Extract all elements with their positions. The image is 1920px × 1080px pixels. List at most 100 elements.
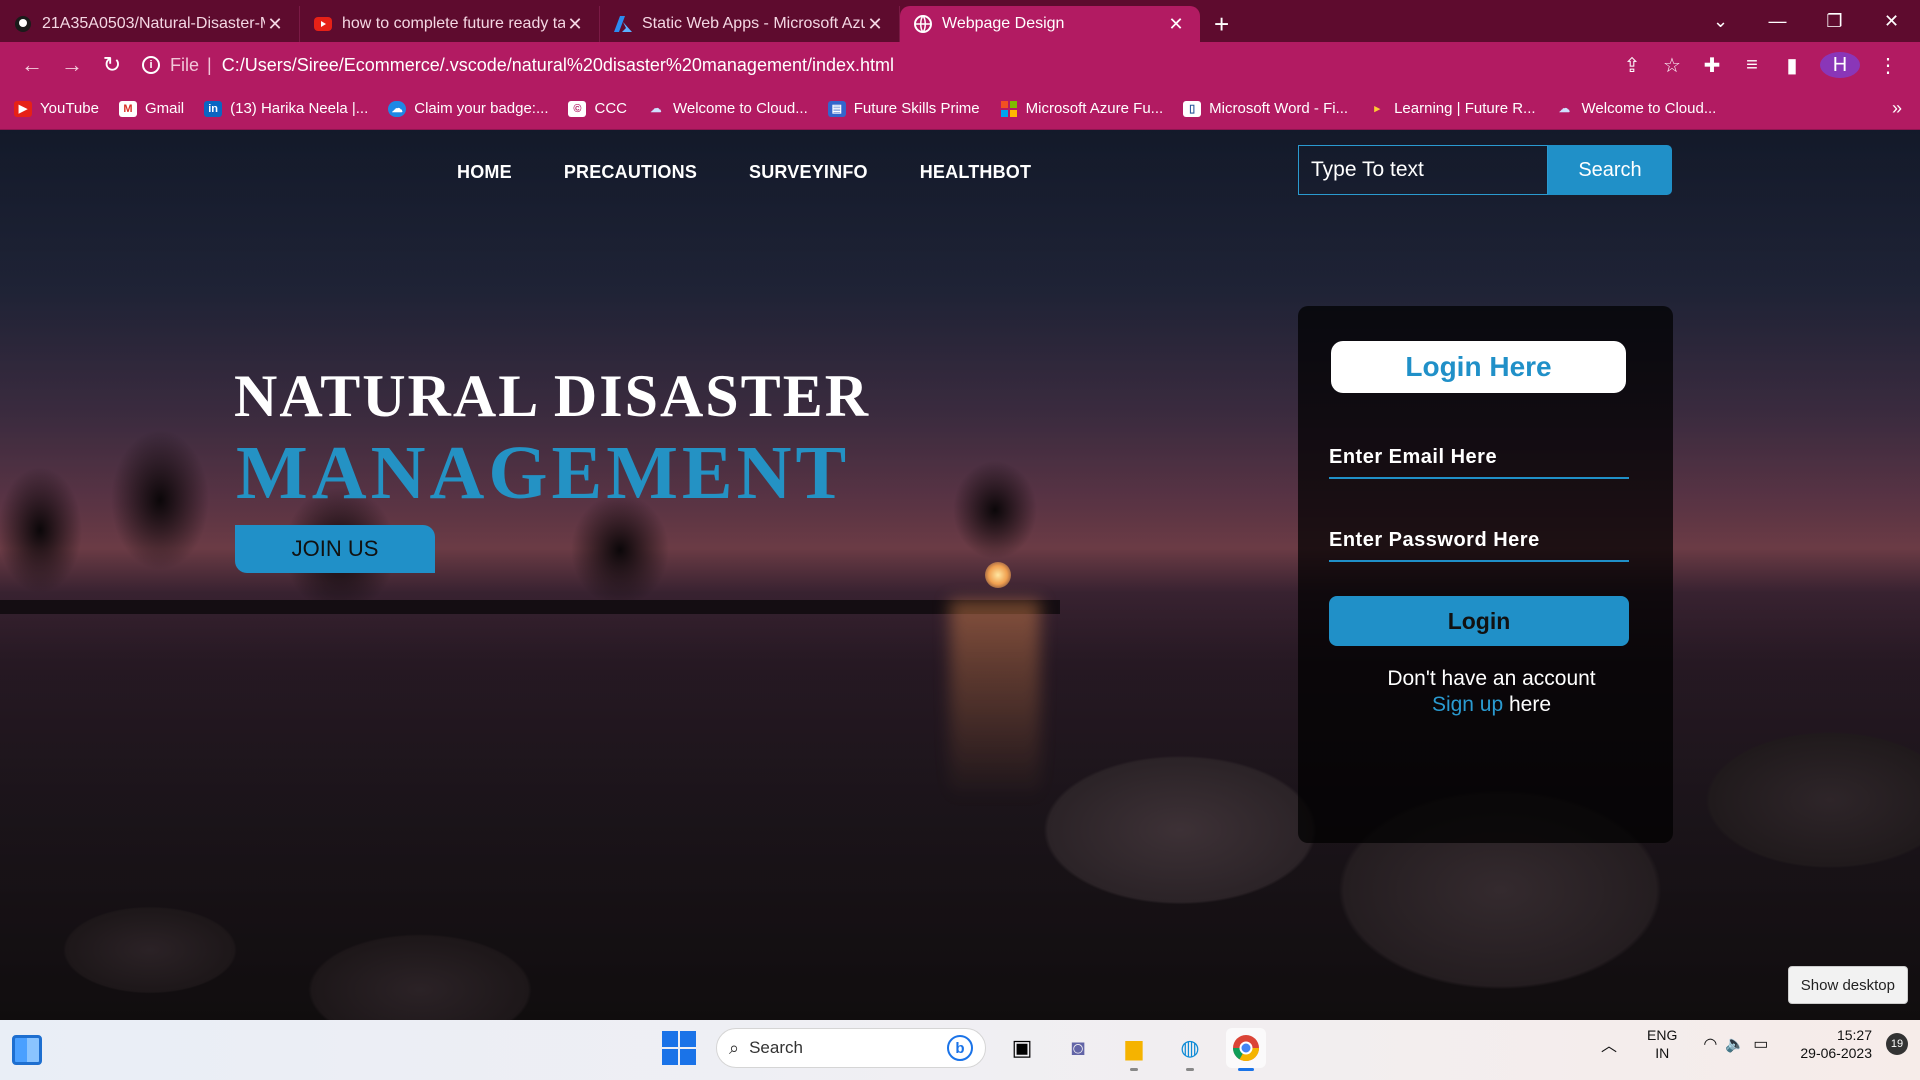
info-icon[interactable]: i — [142, 56, 160, 74]
new-tab-button[interactable]: + — [1214, 6, 1229, 42]
close-icon[interactable]: ✕ — [565, 14, 585, 35]
chevron-right-icon[interactable]: » — [1892, 98, 1902, 119]
tab-search-icon[interactable]: ⌄ — [1692, 0, 1749, 42]
region-code: IN — [1655, 1045, 1670, 1061]
bookmark-label: Learning | Future R... — [1394, 100, 1536, 117]
url-field[interactable]: i File | C:/Users/Siree/Ecommerce/.vscod… — [142, 48, 1602, 82]
nav-healthbot[interactable]: HEALTHBOT — [920, 162, 1031, 183]
url-separator: | — [207, 54, 212, 75]
tab-title: 21A35A0503/Natural-Disaster-M — [42, 15, 265, 32]
login-heading: Login Here — [1331, 341, 1626, 393]
windows-start-icon[interactable] — [662, 1031, 696, 1065]
bookmark-label: Welcome to Cloud... — [1581, 100, 1717, 117]
window-controls: ⌄ — ❐ ✕ — [1692, 0, 1920, 42]
futureskills-icon: ▤ — [827, 100, 846, 117]
edge-icon[interactable]: ◍ — [1170, 1028, 1210, 1071]
close-icon[interactable]: ✕ — [265, 14, 285, 35]
running-indicator — [1130, 1068, 1138, 1071]
task-view-icon[interactable]: ▣ — [1002, 1028, 1042, 1068]
bookmark-label: Future Skills Prime — [853, 100, 980, 117]
menu-icon[interactable]: ⋮ — [1868, 53, 1908, 78]
bookmark-word[interactable]: ▯ Microsoft Word - Fi... — [1183, 100, 1348, 117]
cloud-outline-icon: ☁ — [1559, 103, 1571, 115]
password-field[interactable]: Enter Password Here — [1329, 520, 1629, 562]
nav-precautions[interactable]: PRECAUTIONS — [564, 162, 697, 183]
bing-icon[interactable]: b — [947, 1035, 973, 1061]
tab-azure[interactable]: Static Web Apps - Microsoft Azur ✕ — [600, 6, 900, 42]
language-indicator[interactable]: ENG IN — [1647, 1026, 1677, 1062]
taskbar-apps: ⌕ Search b ▣ ◙ ▆ ◍ — [662, 1028, 1266, 1071]
close-window-icon[interactable]: ✕ — [1863, 0, 1920, 42]
close-icon[interactable]: ✕ — [1166, 14, 1186, 35]
media-icon[interactable]: ≡ — [1732, 54, 1772, 77]
document-icon: ▯ — [1183, 100, 1202, 117]
background-sun — [985, 562, 1011, 588]
linkedin-icon: in — [204, 100, 223, 117]
running-indicator — [1186, 1068, 1194, 1071]
widgets-icon[interactable] — [12, 1035, 42, 1065]
main-nav: HOME PRECAUTIONS SURVEYINFO HEALTHBOT — [457, 162, 1083, 183]
chevron-up-icon[interactable]: ︿ — [1601, 1032, 1617, 1056]
taskbar-search[interactable]: ⌕ Search b — [716, 1028, 986, 1068]
bookmark-gmail[interactable]: M Gmail — [118, 100, 184, 117]
bookmark-linkedin[interactable]: in (13) Harika Neela |... — [204, 100, 368, 117]
gmail-icon: M — [118, 100, 137, 117]
tab-github[interactable]: 21A35A0503/Natural-Disaster-M ✕ — [0, 6, 300, 42]
restore-icon[interactable]: ❐ — [1806, 0, 1863, 42]
profile-avatar[interactable]: H — [1820, 52, 1860, 78]
close-icon[interactable]: ✕ — [865, 14, 885, 35]
file-explorer-icon[interactable]: ▆ — [1114, 1028, 1154, 1071]
language-code: ENG — [1647, 1027, 1678, 1043]
extensions-icon[interactable]: ✚ — [1692, 53, 1732, 78]
bookmark-ccc[interactable]: © CCC — [568, 100, 627, 117]
join-us-button[interactable]: JOIN US — [235, 525, 435, 573]
login-button[interactable]: Login — [1329, 596, 1629, 646]
bookmark-learning[interactable]: ▸ Learning | Future R... — [1368, 100, 1535, 117]
tab-title: Webpage Design — [942, 15, 1065, 32]
nav-surveyinfo[interactable]: SURVEYINFO — [749, 162, 868, 183]
share-icon[interactable]: ⇪ — [1612, 53, 1652, 78]
bookmark-label: Claim your badge:... — [414, 100, 549, 117]
signup-prompt: Don't have an account Sign up here — [1298, 666, 1673, 718]
signup-link[interactable]: Sign up — [1432, 693, 1503, 716]
hero-title: NATURAL DISASTER — [234, 363, 871, 429]
bookmark-claim-badge[interactable]: ☁ Claim your badge:... — [388, 100, 548, 117]
bookmark-azure-fundamentals[interactable]: Microsoft Azure Fu... — [1000, 100, 1164, 117]
search-input[interactable]: Type To text — [1298, 145, 1548, 195]
tab-strip: 21A35A0503/Natural-Disaster-M ✕ how to c… — [0, 0, 1920, 42]
tab-title: how to complete future ready tal — [342, 15, 565, 32]
side-panel-icon[interactable]: ▮ — [1772, 53, 1812, 78]
clock[interactable]: 15:27 29-06-2023 — [1800, 1026, 1872, 1062]
forward-icon[interactable]: → — [52, 52, 92, 78]
back-icon[interactable]: ← — [12, 52, 52, 78]
toolbar-icons: ⇪ ☆ ✚ ≡ ▮ H ⋮ — [1612, 52, 1908, 78]
chrome-icon[interactable] — [1226, 1028, 1266, 1071]
no-account-text: Don't have an account — [1387, 667, 1596, 690]
globe-icon — [914, 15, 932, 33]
bookmark-youtube[interactable]: ▶ YouTube — [14, 100, 99, 117]
time: 15:27 — [1836, 1027, 1872, 1043]
teams-chat-icon[interactable]: ◙ — [1058, 1028, 1098, 1068]
tab-youtube[interactable]: how to complete future ready tal ✕ — [300, 6, 600, 42]
youtube-icon: ▶ — [14, 100, 32, 117]
bookmark-welcome-cloud-2[interactable]: ☁ Welcome to Cloud... — [1556, 100, 1717, 117]
microsoft-icon — [1000, 100, 1018, 117]
search-bar: Type To text Search — [1298, 145, 1672, 195]
bookmark-star-icon[interactable]: ☆ — [1652, 53, 1692, 78]
background-shoreline — [0, 600, 1060, 614]
azure-icon — [614, 15, 632, 33]
wifi-volume-battery-icons[interactable]: ◠🔈▭ — [1703, 1034, 1776, 1054]
tab-webpage-design[interactable]: Webpage Design ✕ — [900, 6, 1200, 42]
bookmark-future-skills[interactable]: ▤ Future Skills Prime — [827, 100, 980, 117]
email-field[interactable]: Enter Email Here — [1329, 437, 1629, 479]
bookmark-label: Welcome to Cloud... — [672, 100, 808, 117]
reload-icon[interactable]: ↻ — [92, 52, 132, 78]
bookmark-label: Microsoft Azure Fu... — [1025, 100, 1164, 117]
youtube-icon — [314, 15, 332, 33]
minimize-icon[interactable]: — — [1749, 0, 1806, 42]
search-button[interactable]: Search — [1548, 145, 1672, 195]
notification-badge[interactable]: 19 — [1886, 1033, 1908, 1055]
bookmark-welcome-cloud[interactable]: ☁ Welcome to Cloud... — [647, 100, 808, 117]
nav-home[interactable]: HOME — [457, 162, 512, 183]
taskbar: ⌕ Search b ▣ ◙ ▆ ◍ ︿ ENG IN ◠🔈▭ 15:27 29… — [0, 1020, 1920, 1080]
